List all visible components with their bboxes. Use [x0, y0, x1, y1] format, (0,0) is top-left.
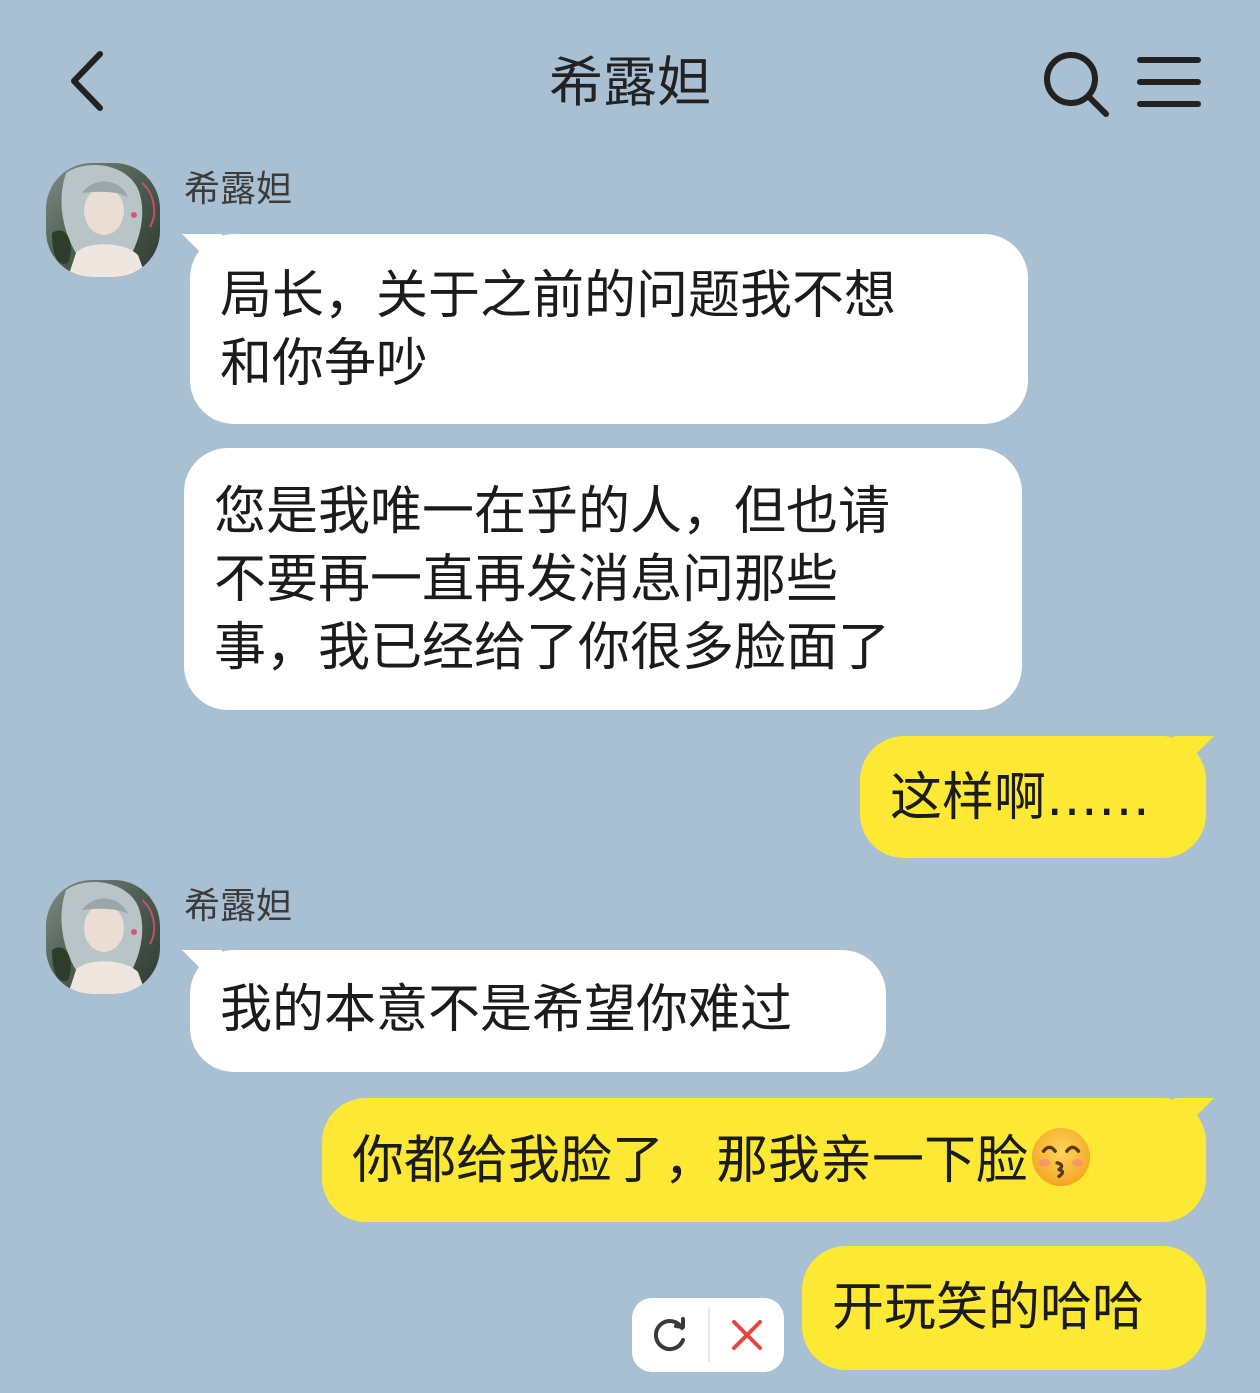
- incoming-message-bubble[interactable]: 您是我唯一在乎的人，但也请 不要再一直再发消息问那些 事，我已经给了你很多脸面了: [184, 448, 1022, 710]
- message-text: 开玩笑的哈哈: [832, 1278, 1145, 1338]
- refresh-icon: [653, 1317, 685, 1351]
- incoming-message-bubble[interactable]: 我的本意不是希望你难过: [190, 950, 886, 1072]
- outgoing-message-bubble[interactable]: 你都给我脸了，那我亲一下脸: [322, 1098, 1206, 1222]
- resend-button[interactable]: [632, 1298, 708, 1372]
- send-status-controls: [632, 1298, 784, 1372]
- hamburger-menu-icon: [1137, 57, 1201, 107]
- kissing-face-with-smiling-eyes-emoji: [1031, 1127, 1091, 1187]
- message-content: 你都给我脸了，那我亲一下脸: [352, 1126, 1176, 1195]
- outgoing-message-bubble[interactable]: 开玩笑的哈哈: [802, 1246, 1206, 1370]
- message-text: 你都给我脸了，那我亲一下脸: [352, 1131, 1029, 1191]
- close-icon: [732, 1320, 762, 1350]
- message-text: 这样啊……: [890, 768, 1151, 828]
- sender-name: 希露妲: [184, 169, 293, 210]
- incoming-message-bubble[interactable]: 局长，关于之前的问题我不想 和你争吵: [190, 234, 1028, 424]
- search-icon: [1044, 52, 1109, 117]
- cancel-send-button[interactable]: [710, 1298, 784, 1372]
- outgoing-message-bubble[interactable]: 这样啊……: [860, 736, 1206, 858]
- avatar-image: [46, 880, 160, 994]
- search-button[interactable]: [1040, 48, 1112, 120]
- message-text: 局长，关于之前的问题我不想 和你争吵: [220, 266, 897, 394]
- menu-button[interactable]: [1136, 52, 1202, 112]
- sender-name: 希露妲: [184, 886, 293, 927]
- contact-avatar[interactable]: [46, 880, 160, 994]
- message-text: 我的本意不是希望你难过: [220, 980, 793, 1040]
- avatar-image: [46, 163, 160, 277]
- contact-avatar[interactable]: [46, 163, 160, 277]
- chat-header: 希露妲: [0, 0, 1260, 160]
- message-text: 您是我唯一在乎的人，但也请 不要再一直再发消息问那些 事，我已经给了你很多脸面了: [214, 482, 891, 678]
